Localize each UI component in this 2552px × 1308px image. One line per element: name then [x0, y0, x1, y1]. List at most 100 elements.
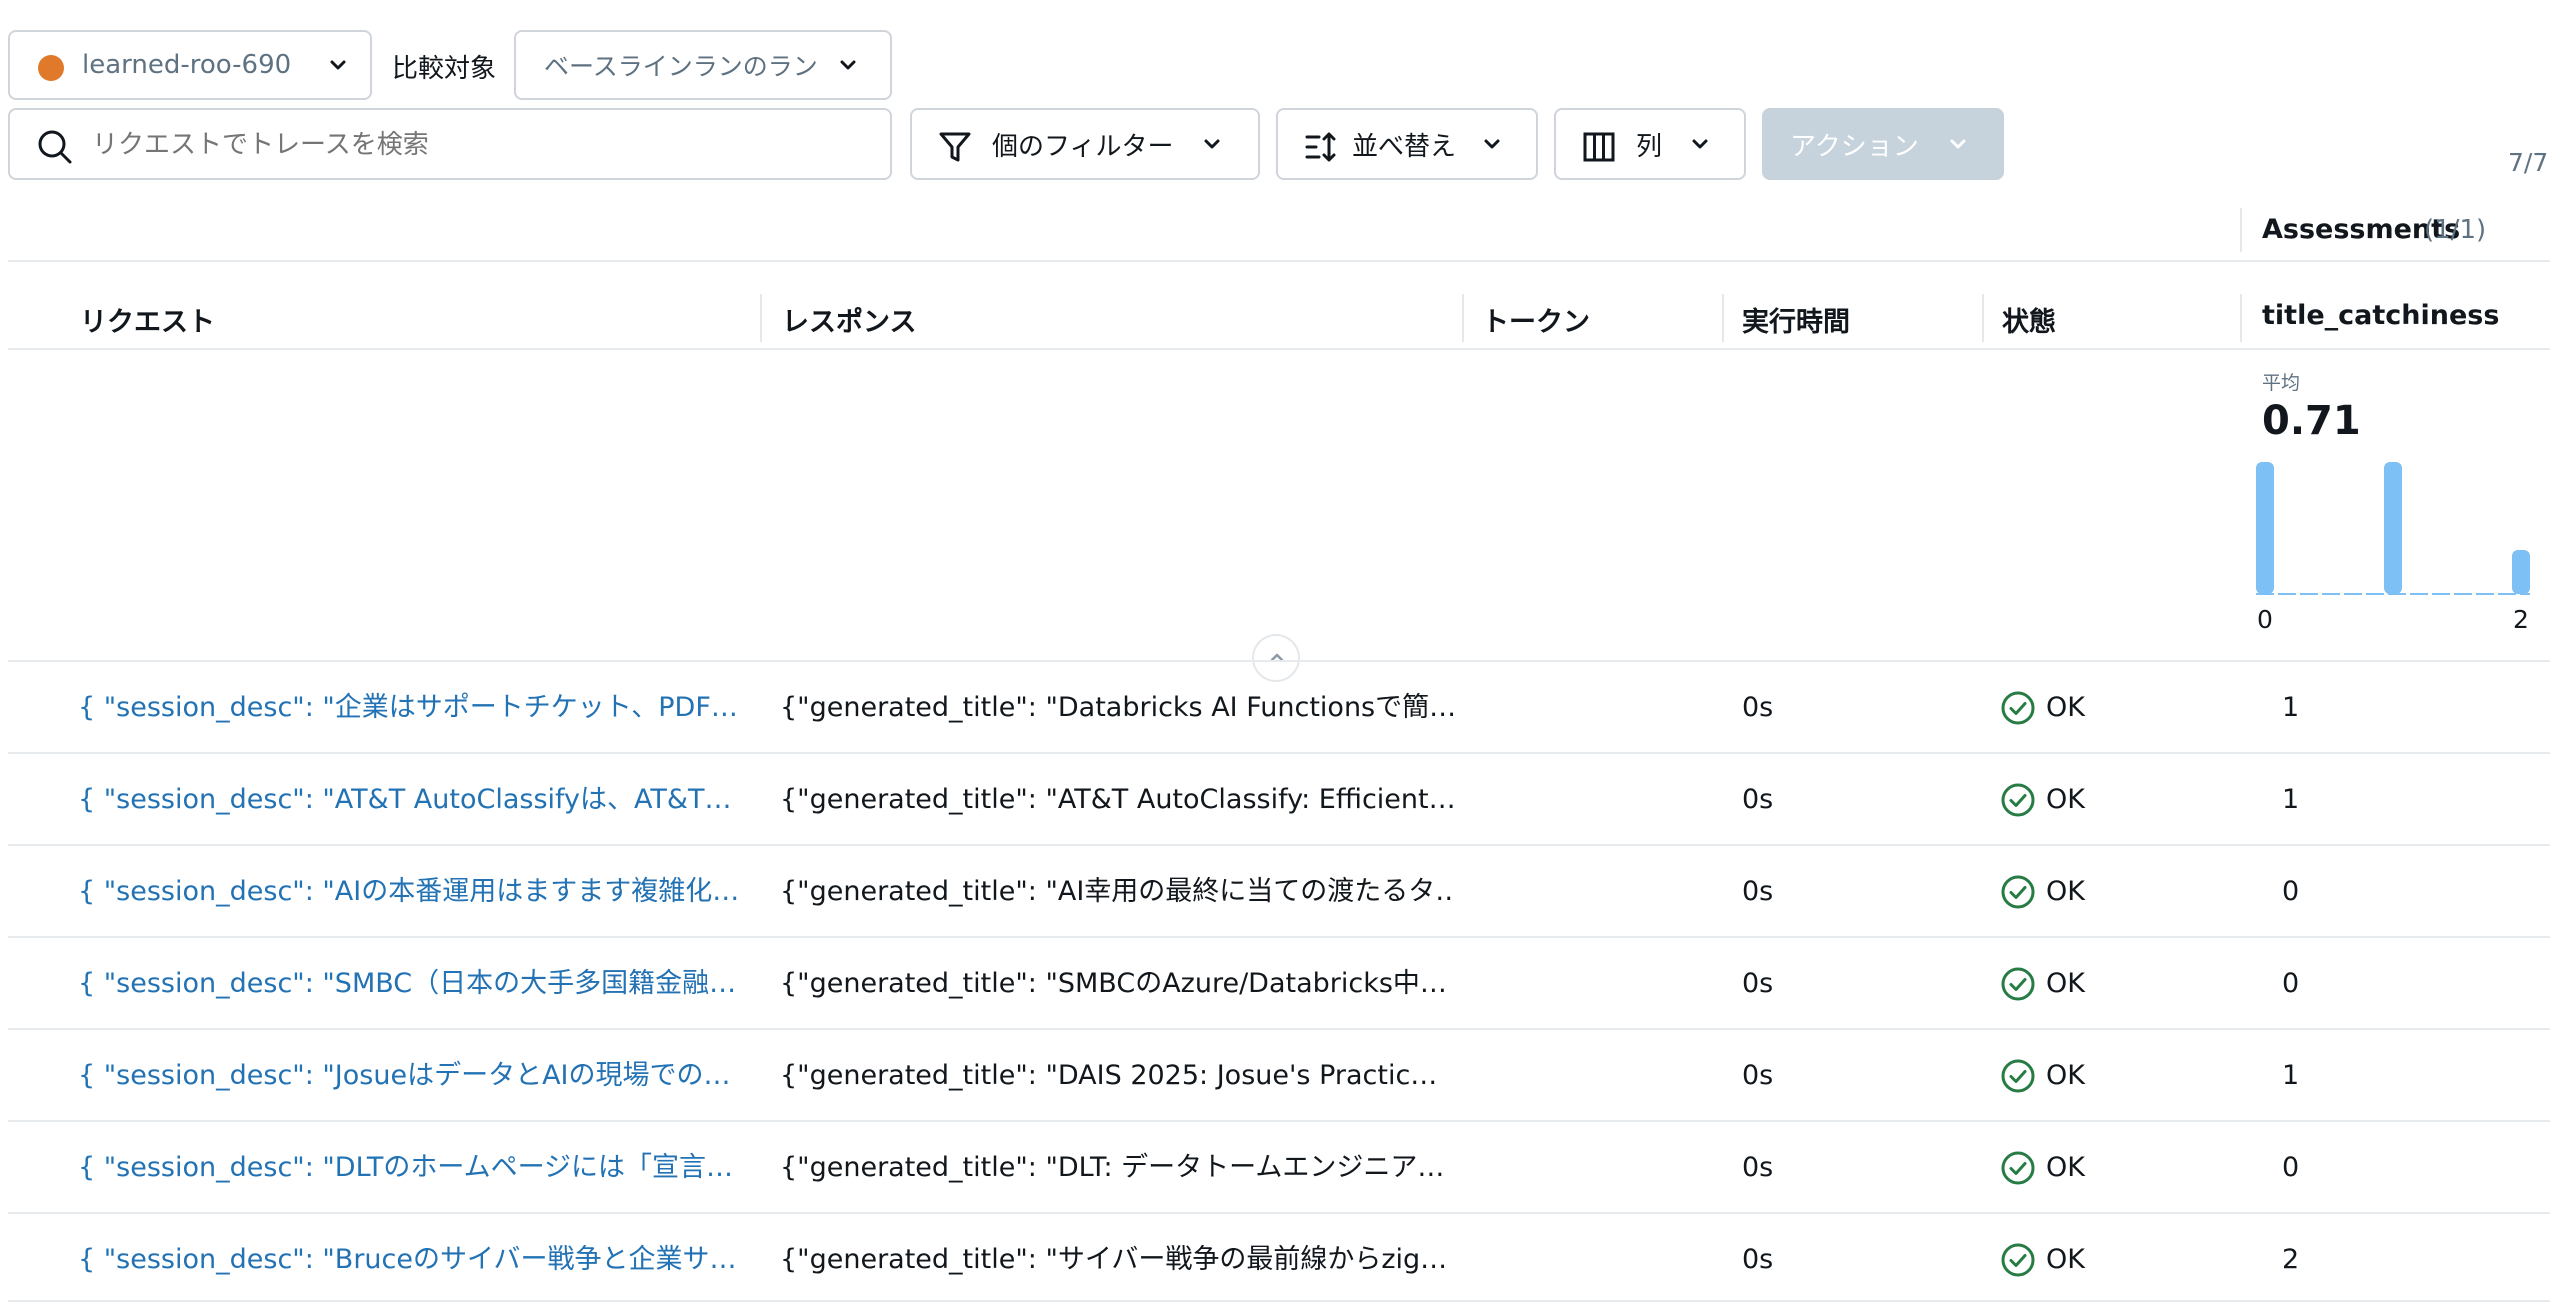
score-cell: 0 — [2282, 968, 2300, 999]
run-selector-label: learned-roo-690 — [82, 50, 292, 80]
search-field[interactable] — [90, 124, 874, 166]
request-link[interactable]: { "session_desc": "AT&T AutoClassifyは、AT… — [78, 754, 748, 846]
table-row[interactable]: { "session_desc": "企業はサポートチケット、PDF… {"gen… — [8, 660, 2550, 754]
columns-icon — [1583, 132, 1615, 162]
actions-button[interactable]: アクション — [1762, 108, 2004, 180]
column-header-exec-time[interactable]: 実行時間 — [1742, 300, 1850, 339]
response-cell: {"generated_title": "サイバー戦争の最前線からzig… — [780, 1244, 1448, 1275]
column-divider — [1982, 294, 1984, 342]
compare-label: 比較対象 — [392, 54, 497, 84]
check-circle-icon — [2001, 967, 2035, 1001]
chevron-down-icon — [330, 60, 346, 70]
table-bottom-border — [8, 1300, 2550, 1302]
column-header-title-catchiness[interactable]: title_catchiness — [2262, 300, 2499, 331]
tokens-cell — [1482, 754, 1702, 846]
column-divider — [1722, 294, 1724, 342]
response-cell: {"generated_title": "AT&T AutoClassify: … — [780, 784, 1456, 815]
check-circle-icon — [2001, 1243, 2035, 1277]
table-row[interactable]: { "session_desc": "AIの本番運用はますます複雑化… {"gen… — [8, 844, 2550, 938]
score-cell: 2 — [2282, 1244, 2300, 1275]
response-cell: {"generated_title": "AI幸用の最終に当ての渡たるタ… — [780, 876, 1456, 907]
column-header-request[interactable]: リクエスト — [80, 300, 215, 339]
response-cell: {"generated_title": "Databricks AI Funct… — [780, 692, 1456, 723]
request-link[interactable]: { "session_desc": "企業はサポートチケット、PDF… — [78, 662, 748, 754]
sort-icon — [1305, 132, 1336, 162]
chevron-down-icon — [1204, 139, 1220, 149]
response-cell: {"generated_title": "DLT: データトームエンジニア… — [780, 1152, 1445, 1183]
column-header-response[interactable]: レスポンス — [782, 300, 916, 339]
status-cell: OK — [2046, 692, 2085, 723]
columns-button[interactable]: 列 — [1554, 108, 1746, 180]
tokens-cell — [1482, 1214, 1702, 1306]
table-row[interactable]: { "session_desc": "JosueはデータとAIの現場での… {"g… — [8, 1028, 2550, 1122]
response-cell: {"generated_title": "SMBCのAzure/Databric… — [780, 968, 1447, 999]
tokens-cell — [1482, 1122, 1702, 1214]
run-color-dot — [38, 55, 64, 81]
score-cell: 1 — [2282, 692, 2300, 723]
check-circle-icon — [2001, 783, 2035, 817]
score-cell: 0 — [2282, 876, 2300, 907]
tokens-cell — [1482, 846, 1702, 938]
filter-button[interactable]: 個のフィルター — [910, 108, 1260, 180]
baseline-selector-label: ベースラインランのラン — [544, 52, 818, 81]
status-cell: OK — [2046, 968, 2085, 999]
exec-time-cell: 0s — [1742, 1152, 1774, 1183]
average-label: 平均 — [2262, 372, 2301, 394]
score-cell: 0 — [2282, 1152, 2300, 1183]
table-row[interactable]: { "session_desc": "DLTのホームページには「宣言… {"gen… — [8, 1120, 2550, 1214]
histogram-bar-0 — [2256, 462, 2274, 594]
status-cell: OK — [2046, 876, 2085, 907]
request-link[interactable]: { "session_desc": "Bruceのサイバー戦争と企業サ… — [78, 1214, 748, 1306]
score-histogram: 02 — [2256, 462, 2530, 634]
search-icon — [38, 130, 72, 164]
average-value: 0.71 — [2262, 398, 2361, 444]
column-divider — [2240, 294, 2242, 342]
request-link[interactable]: { "session_desc": "AIの本番運用はますます複雑化… — [78, 846, 748, 938]
table-row[interactable]: { "session_desc": "Bruceのサイバー戦争と企業サ… {"ge… — [8, 1212, 2550, 1306]
chevron-down-icon — [840, 60, 856, 70]
table-row[interactable]: { "session_desc": "AT&T AutoClassifyは、AT… — [8, 752, 2550, 846]
actions-button-label: アクション — [1790, 131, 1919, 162]
chevron-down-icon — [1692, 139, 1708, 149]
sort-button[interactable]: 並べ替え — [1276, 108, 1538, 180]
score-cell: 1 — [2282, 1060, 2300, 1091]
baseline-selector[interactable]: ベースラインランのラン — [514, 30, 892, 100]
column-divider — [760, 294, 762, 342]
status-cell: OK — [2046, 1060, 2085, 1091]
check-circle-icon — [2001, 1059, 2035, 1093]
exec-time-cell: 0s — [1742, 876, 1774, 907]
request-link[interactable]: { "session_desc": "JosueはデータとAIの現場での… — [78, 1030, 748, 1122]
exec-time-cell: 0s — [1742, 1244, 1774, 1275]
exec-time-cell: 0s — [1742, 1060, 1774, 1091]
response-cell: {"generated_title": "DAIS 2025: Josue's … — [780, 1060, 1438, 1091]
status-cell: OK — [2046, 1244, 2085, 1275]
tokens-cell — [1482, 662, 1702, 754]
check-circle-icon — [2001, 691, 2035, 725]
histogram-bar-2 — [2512, 550, 2530, 594]
histogram-bar-1 — [2384, 462, 2402, 594]
column-divider — [1462, 294, 1464, 342]
chevron-down-icon — [1484, 139, 1500, 149]
histogram-tick-label: 0 — [2257, 605, 2273, 634]
chevron-down-icon — [1950, 139, 1966, 149]
exec-time-cell: 0s — [1742, 692, 1774, 723]
search-input[interactable] — [8, 108, 892, 180]
exec-time-cell: 0s — [1742, 968, 1774, 999]
request-link[interactable]: { "session_desc": "SMBC（日本の大手多国籍金融… — [78, 938, 748, 1030]
assessments-divider — [2240, 208, 2242, 252]
trace-count: 7/7 — [2508, 148, 2549, 177]
score-cell: 1 — [2282, 784, 2300, 815]
column-header-status[interactable]: 状態 — [2002, 300, 2056, 339]
histogram-tick-label: 2 — [2513, 605, 2529, 634]
status-cell: OK — [2046, 784, 2085, 815]
table-row[interactable]: { "session_desc": "SMBC（日本の大手多国籍金融… {"gen… — [8, 936, 2550, 1030]
run-selector[interactable]: learned-roo-690 — [8, 30, 372, 100]
filter-icon — [939, 132, 971, 162]
status-cell: OK — [2046, 1152, 2085, 1183]
header-top-border — [8, 260, 2550, 262]
column-header-tokens[interactable]: トークン — [1482, 300, 1590, 339]
filter-button-label: 個のフィルター — [992, 131, 1174, 162]
assessments-count: (1/1) — [2424, 215, 2487, 245]
request-link[interactable]: { "session_desc": "DLTのホームページには「宣言… — [78, 1122, 748, 1214]
check-circle-icon — [2001, 1151, 2035, 1185]
